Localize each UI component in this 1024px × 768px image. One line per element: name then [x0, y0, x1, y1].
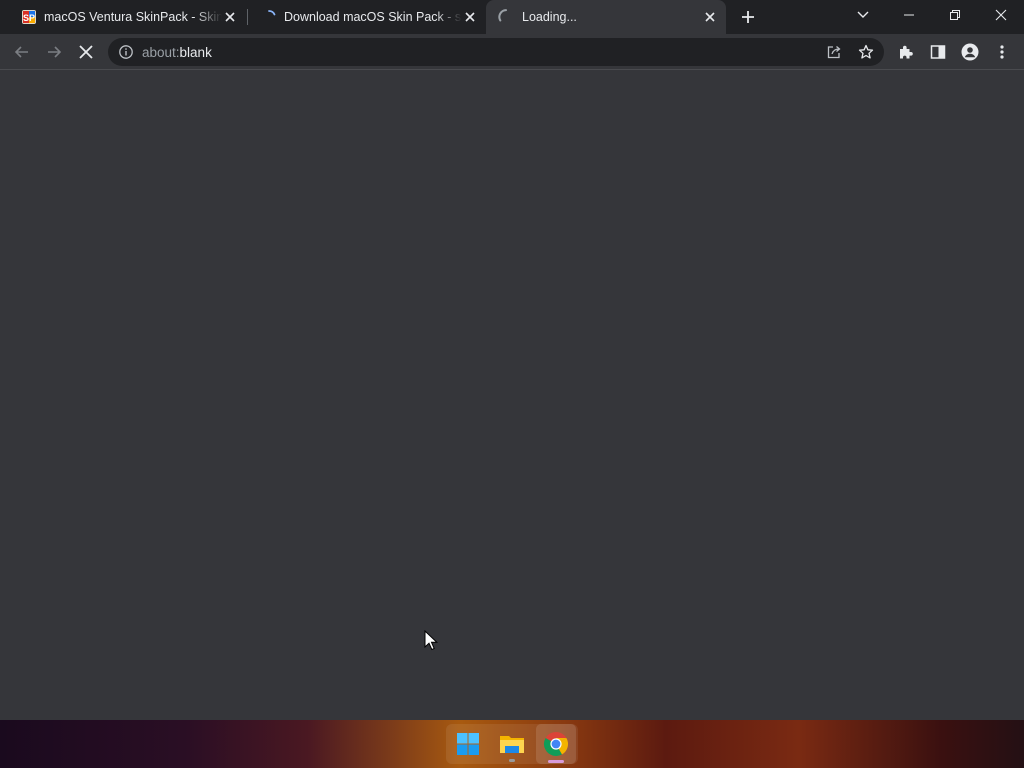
- minimize-icon: [904, 14, 914, 16]
- close-icon: [79, 45, 93, 59]
- star-icon: [858, 44, 874, 59]
- restore-icon: [950, 10, 960, 20]
- file-explorer-button[interactable]: [492, 724, 532, 764]
- tab-search-button[interactable]: [852, 4, 874, 26]
- more-vertical-icon: [1000, 45, 1004, 59]
- mouse-cursor-icon: [424, 630, 438, 651]
- chrome-logo-icon: [543, 732, 569, 757]
- close-window-button[interactable]: [978, 0, 1024, 30]
- tab-title: macOS Ventura SkinPack - Skin P: [44, 10, 222, 24]
- tab-loading[interactable]: Loading...: [486, 0, 726, 34]
- stop-loading-button[interactable]: [72, 38, 100, 66]
- tab-skinpack[interactable]: SP macOS Ventura SkinPack - Skin P: [0, 0, 246, 34]
- skinpack-logo-icon: SP: [22, 10, 36, 24]
- address-bar[interactable]: about:blank: [108, 38, 884, 66]
- plus-icon: [742, 11, 754, 23]
- url-scheme: about:: [142, 45, 180, 60]
- side-panel-button[interactable]: [924, 38, 952, 66]
- share-icon: [827, 46, 841, 59]
- tab-title: Loading...: [522, 10, 577, 24]
- taskbar: [0, 720, 1024, 768]
- chrome-button[interactable]: [536, 724, 576, 764]
- share-button[interactable]: [820, 38, 848, 66]
- chevron-down-icon: [857, 11, 869, 18]
- back-button[interactable]: [8, 38, 36, 66]
- url-host: blank: [179, 45, 212, 60]
- folder-icon: [500, 736, 524, 753]
- close-icon[interactable]: [462, 9, 478, 25]
- close-icon[interactable]: [222, 9, 238, 25]
- extensions-button[interactable]: [892, 38, 920, 66]
- loading-spinner-icon: [498, 9, 508, 22]
- profile-button[interactable]: [956, 38, 984, 66]
- minimize-button[interactable]: [886, 0, 932, 30]
- arrow-left-icon: [14, 46, 28, 58]
- avatar-icon: [961, 43, 979, 61]
- side-panel-icon: [930, 45, 946, 59]
- close-icon: [995, 9, 1007, 21]
- tab-title: Download macOS Skin Pack - skin: [284, 10, 462, 24]
- loading-spinner-icon: [268, 10, 276, 16]
- restore-button[interactable]: [932, 0, 978, 30]
- close-icon[interactable]: [702, 9, 718, 25]
- svg-text:SP: SP: [23, 13, 35, 23]
- start-button[interactable]: [448, 724, 488, 764]
- browser-toolbar: about:blank: [0, 34, 1024, 70]
- new-tab-button[interactable]: [736, 5, 760, 29]
- page-content[interactable]: [0, 70, 1024, 720]
- tab-download-skinpack[interactable]: Download macOS Skin Pack - skin: [248, 0, 486, 34]
- bookmark-button[interactable]: [852, 38, 880, 66]
- puzzle-icon: [900, 45, 913, 59]
- url-text[interactable]: about:blank: [142, 45, 212, 60]
- windows-logo-icon: [457, 733, 479, 755]
- arrow-right-icon: [48, 46, 62, 58]
- info-icon[interactable]: [118, 44, 134, 60]
- taskbar-app-group: [446, 724, 578, 764]
- tab-strip: SP macOS Ventura SkinPack - Skin P Downl…: [0, 0, 1024, 34]
- forward-button[interactable]: [40, 38, 68, 66]
- menu-button[interactable]: [988, 38, 1016, 66]
